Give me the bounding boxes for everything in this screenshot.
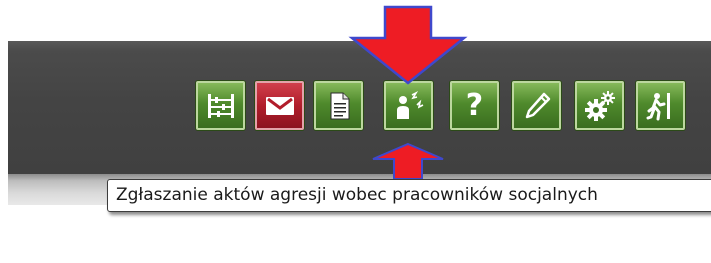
edit-button[interactable] bbox=[512, 81, 561, 130]
exit-button[interactable] bbox=[636, 81, 685, 130]
help-button[interactable]: ? bbox=[450, 81, 499, 130]
exit-icon bbox=[646, 92, 670, 120]
tooltip: Zgłaszanie aktów agresji wobec pracownik… bbox=[107, 179, 711, 212]
mail-button[interactable] bbox=[255, 81, 304, 130]
pencil-icon bbox=[525, 92, 550, 118]
mail-icon bbox=[265, 96, 294, 115]
calculator-icon bbox=[207, 93, 234, 118]
document-button[interactable] bbox=[314, 81, 363, 130]
calculator-button[interactable] bbox=[196, 81, 245, 130]
annotation-arrow-up bbox=[372, 142, 444, 180]
help-icon: ? bbox=[465, 87, 484, 123]
aggression-report-button[interactable] bbox=[384, 81, 433, 130]
settings-button[interactable] bbox=[575, 81, 624, 130]
aggression-report-icon bbox=[396, 90, 423, 119]
gears-icon bbox=[584, 90, 615, 121]
document-icon bbox=[330, 92, 349, 119]
annotation-arrow-down bbox=[348, 5, 468, 85]
